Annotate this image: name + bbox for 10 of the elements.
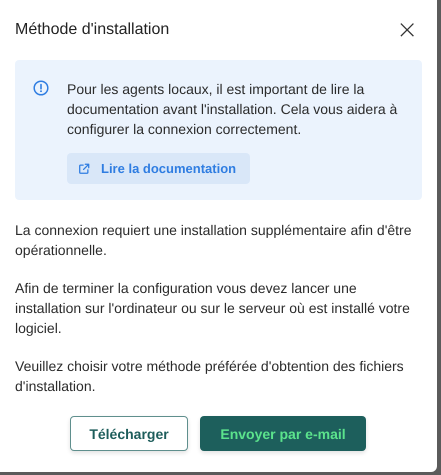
download-button[interactable]: Télécharger bbox=[70, 416, 188, 451]
info-icon bbox=[33, 80, 49, 96]
body-paragraph: Afin de terminer la configuration vous devez lancer une installation sur l'ordinateur ou sur le serveur où est installé votre logiciel. bbox=[15, 279, 411, 338]
dialog-title: Méthode d'installation bbox=[15, 21, 170, 39]
body-paragraph: Veuillez choisir votre méthode préférée d'obtention des fichiers d'installation. bbox=[15, 357, 405, 396]
close-button[interactable]: × bbox=[392, 17, 422, 43]
body-paragraph: La connexion requiert une installation supplémentaire afin d'être opérationnelle. bbox=[15, 221, 412, 260]
external-link-icon bbox=[78, 162, 90, 174]
send-email-button[interactable]: Envoyer par e-mail bbox=[200, 416, 366, 451]
info-text: Pour les agents locaux, il est important de lire la documentation avant l'installation. Cela vous aidera à configurer la connexion correctement. bbox=[67, 80, 398, 139]
